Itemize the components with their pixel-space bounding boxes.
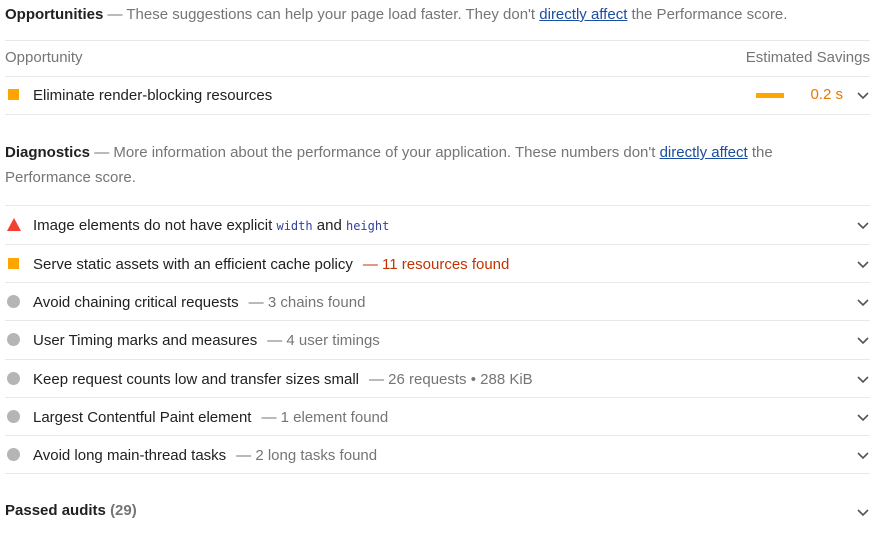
passed-audits-toggle[interactable]: Passed audits (29)	[5, 500, 137, 522]
square-icon	[5, 257, 33, 271]
audit-detail: — 1 element found	[261, 408, 389, 426]
circle-icon	[5, 410, 33, 424]
audit-panel: Opportunities — These suggestions can he…	[0, 0, 882, 552]
divider	[5, 114, 870, 115]
audit-title: Eliminate render-blocking resources	[33, 86, 273, 104]
circle-icon	[5, 295, 33, 309]
chevron-down-icon[interactable]	[856, 295, 870, 309]
chevron-down-icon[interactable]	[856, 88, 870, 102]
chevron-down-icon[interactable]	[856, 410, 870, 424]
chevron-down-icon[interactable]	[856, 218, 870, 232]
column-header-opportunity: Opportunity	[5, 49, 83, 66]
audit-title: Largest Contentful Paint element	[33, 408, 252, 426]
diagnostic-row-lcp-element[interactable]: Largest Contentful Paint element — 1 ele…	[5, 398, 870, 436]
opportunities-header: Opportunities — These suggestions can he…	[5, 2, 835, 27]
audit-title: Avoid long main-thread tasks	[33, 446, 227, 464]
opportunities-description-end: the Performance score.	[627, 6, 788, 23]
audit-title: Keep request counts low and transfer siz…	[33, 370, 359, 388]
diagnostic-row-image-dimensions[interactable]: Image elements do not have explicit widt…	[5, 206, 870, 244]
diagnostics-header: Diagnostics — More information about the…	[5, 140, 835, 190]
savings-value: 0.2 s	[810, 86, 843, 103]
savings-bar	[756, 93, 784, 98]
diagnostic-row-request-counts[interactable]: Keep request counts low and transfer siz…	[5, 360, 870, 398]
opportunities-title: Opportunities	[5, 6, 104, 23]
audit-detail: — 11 resources found	[362, 255, 510, 273]
audit-title-text: Image elements do not have explicit	[33, 216, 277, 234]
diagnostic-row-long-tasks[interactable]: Avoid long main-thread tasks — 2 long ta…	[5, 436, 870, 474]
opportunities-description: — These suggestions can help your page l…	[103, 6, 540, 23]
chevron-down-icon[interactable]	[856, 372, 870, 386]
chevron-down-icon[interactable]	[856, 333, 870, 347]
chevron-down-icon[interactable]	[856, 448, 870, 462]
column-header-estimated-savings: Estimated Savings	[745, 49, 870, 66]
opportunities-directly-affect-link[interactable]: directly affect	[539, 6, 627, 23]
circle-icon	[5, 333, 33, 347]
code-width: width	[276, 218, 313, 233]
circle-icon	[5, 448, 33, 462]
diagnostic-row-critical-requests[interactable]: Avoid chaining critical requests — 3 cha…	[5, 283, 870, 321]
diagnostics-title: Diagnostics	[5, 144, 91, 161]
passed-audits-count: (29)	[110, 502, 137, 519]
diagnostic-row-cache-policy[interactable]: Serve static assets with an efficient ca…	[5, 245, 870, 283]
chevron-down-icon[interactable]	[856, 505, 870, 519]
circle-icon	[5, 372, 33, 386]
divider	[5, 473, 870, 474]
audit-detail: — 26 requests • 288 KiB	[369, 370, 533, 388]
audit-title: Serve static assets with an efficient ca…	[33, 255, 353, 273]
diagnostic-row-user-timing[interactable]: User Timing marks and measures — 4 user …	[5, 321, 870, 359]
divider	[5, 40, 870, 41]
diagnostics-directly-affect-link[interactable]: directly affect	[660, 144, 748, 161]
square-icon	[5, 88, 33, 102]
triangle-warning-icon	[5, 218, 33, 232]
audit-title: Avoid chaining critical requests	[33, 293, 239, 311]
code-height: height	[345, 218, 390, 233]
chevron-down-icon[interactable]	[856, 257, 870, 271]
diagnostics-description: — More information about the performance…	[90, 144, 660, 161]
passed-audits-label: Passed audits	[5, 502, 106, 519]
audit-detail: — 3 chains found	[248, 293, 366, 311]
audit-title-and: and	[312, 216, 346, 234]
audit-title: Image elements do not have explicit widt…	[33, 217, 389, 234]
audit-title: User Timing marks and measures	[33, 331, 258, 349]
audit-detail: — 4 user timings	[267, 331, 380, 349]
opportunity-row-render-blocking[interactable]: Eliminate render-blocking resources 0.2 …	[5, 76, 870, 114]
audit-detail: — 2 long tasks found	[236, 446, 378, 464]
